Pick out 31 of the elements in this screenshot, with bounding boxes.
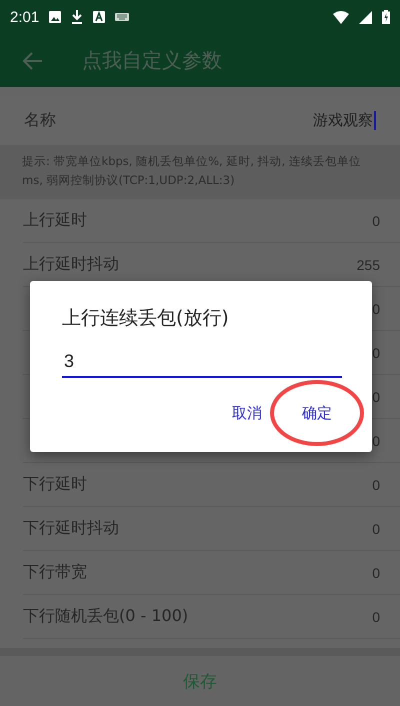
name-label: 名称 [24,110,56,130]
setting-label: 上行延时 [23,210,87,231]
dialog-title: 上行连续丢包(放行) [62,306,230,331]
font-icon [93,11,106,23]
setting-value: 0 [372,432,380,448]
setting-value: 0 [372,520,380,536]
battery-icon [382,10,390,24]
setting-label: 下行随机丢包(0 - 100) [23,606,188,627]
keyboard-icon [115,13,130,21]
setting-value: 0 [372,564,380,580]
setting-label: 上行延时抖动 [23,254,119,275]
setting-value: 0 [372,344,380,360]
download-icon [71,10,84,24]
setting-label: 下行延时 [23,474,87,495]
setting-value: 0 [372,608,380,624]
setting-value: 255 [356,256,380,272]
setting-label: 下行延时抖动 [23,518,119,539]
status-time: 2:01 [10,8,40,26]
back-arrow-icon[interactable] [22,50,44,72]
dialog-button[interactable]: 取消 [226,400,268,427]
setting-value: 0 [372,300,380,316]
screen-title: 点我自定义参数 [82,47,222,74]
image-icon [49,11,62,23]
wifi-icon [333,10,349,24]
signal-icon [359,10,372,24]
setting-value: 0 [372,476,380,492]
setting-value: 0 [372,388,380,404]
input-field[interactable]: 3 [62,351,342,378]
dialog-button[interactable]: 确定 [270,380,364,446]
setting-value: 0 [372,212,380,228]
setting-label: 下行带宽 [23,562,87,583]
